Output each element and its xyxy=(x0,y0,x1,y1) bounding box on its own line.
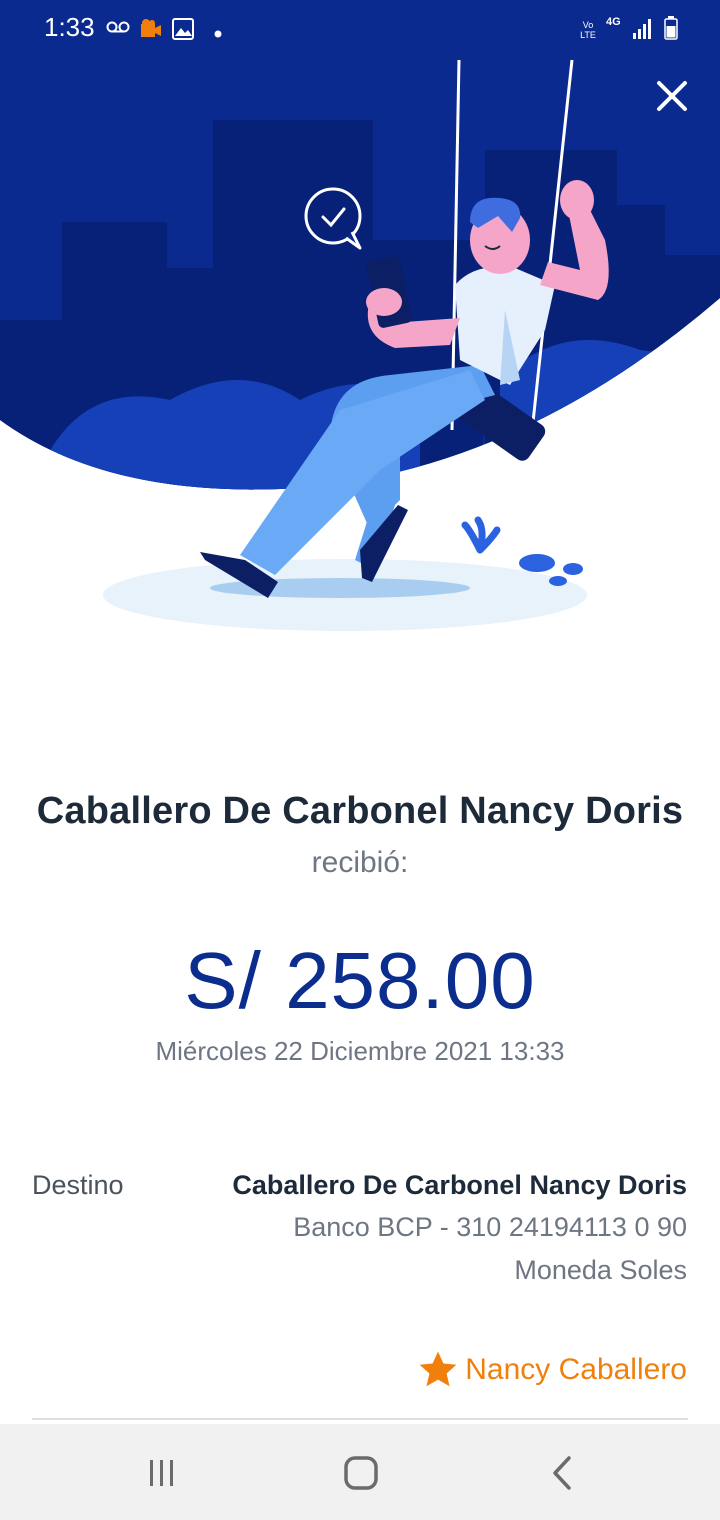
video-recorder-icon xyxy=(140,18,162,45)
recipient-name: Caballero De Carbonel Nancy Doris xyxy=(36,790,684,832)
recent-apps-button[interactable] xyxy=(136,1448,186,1498)
volte-bottom: LTE xyxy=(580,30,596,40)
back-icon xyxy=(553,1456,571,1490)
destination-currency: Moneda Soles xyxy=(514,1255,687,1285)
destination-bank-account: Banco BCP - 310 24194113 0 90 xyxy=(293,1212,687,1242)
status-time: 1:33 xyxy=(44,12,95,42)
received-label: recibió: xyxy=(311,846,409,879)
back-button[interactable] xyxy=(538,1448,588,1498)
close-button[interactable] xyxy=(648,72,696,120)
transfer-amount: S/ 258.00 xyxy=(184,936,536,1025)
notification-dot-icon xyxy=(214,25,222,43)
star-icon xyxy=(419,1351,457,1387)
volte-icon: Vo LTE xyxy=(578,20,598,40)
transfer-date: Miércoles 22 Diciembre 2021 13:33 xyxy=(155,1036,565,1066)
navigation-bar xyxy=(0,1424,720,1520)
battery-icon xyxy=(664,16,678,45)
status-bar: 1:33 Vo LTE 4G xyxy=(0,0,720,60)
signal-icon xyxy=(632,18,652,45)
destination-label: Destino xyxy=(32,1170,124,1200)
hero-illustration xyxy=(0,0,720,700)
voicemail-icon xyxy=(106,20,130,39)
destination-name: Caballero De Carbonel Nancy Doris xyxy=(232,1170,687,1200)
divider xyxy=(32,1418,688,1420)
close-icon xyxy=(657,81,687,111)
volte-top: Vo xyxy=(582,20,594,30)
home-button[interactable] xyxy=(336,1448,386,1498)
favorite-label: Nancy Caballero xyxy=(465,1353,687,1386)
favorite-contact[interactable]: Nancy Caballero xyxy=(417,1350,687,1390)
gallery-icon xyxy=(172,18,194,45)
recent-apps-icon xyxy=(150,1460,173,1486)
network-label: 4G xyxy=(606,16,621,28)
network-4g-icon: 4G xyxy=(606,16,621,28)
home-icon xyxy=(344,1456,378,1490)
